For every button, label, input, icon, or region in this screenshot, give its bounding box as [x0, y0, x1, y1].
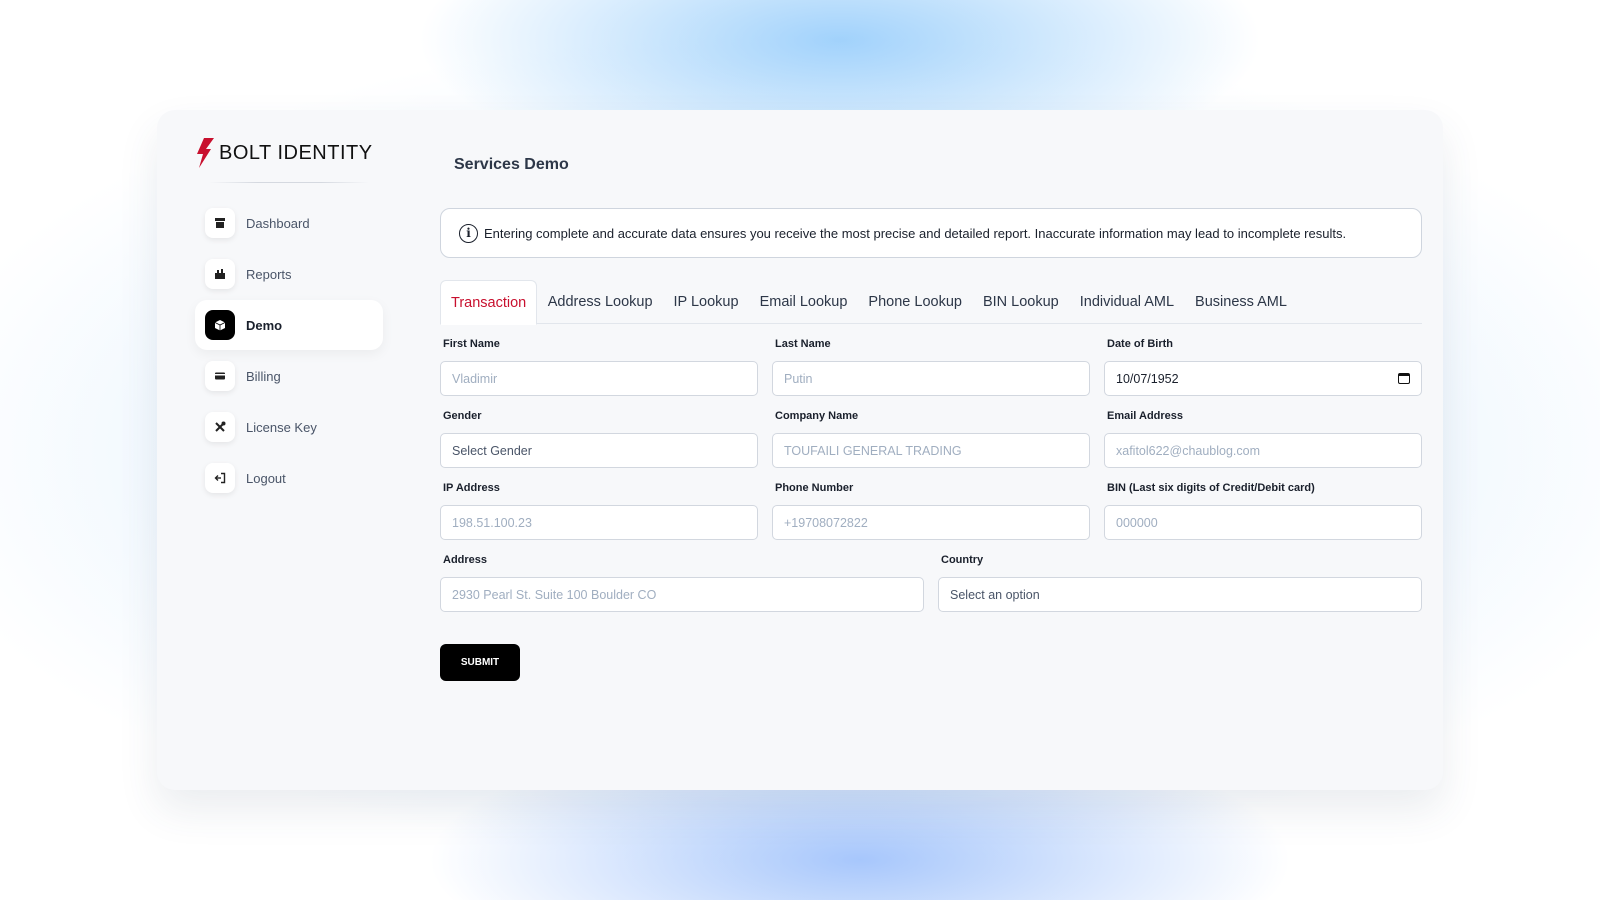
brand-name: BOLT IDENTITY [219, 141, 373, 164]
phone-field: Phone Number +19708072822 [772, 482, 1090, 540]
store-icon [205, 208, 235, 238]
address-input[interactable]: 2930 Pearl St. Suite 100 Boulder CO [440, 577, 924, 612]
dob-input[interactable]: 10/07/1952 [1104, 361, 1422, 396]
address-field: Address 2930 Pearl St. Suite 100 Boulder… [440, 554, 924, 612]
sidebar: BOLT IDENTITY Dashboard Reports Demo Bil… [157, 110, 407, 790]
country-value: Select an option [950, 587, 1040, 602]
cube-icon [205, 310, 235, 340]
last-name-placeholder: Putin [784, 371, 813, 386]
brand-logo[interactable]: BOLT IDENTITY [195, 138, 373, 168]
company-input[interactable]: TOUFAILI GENERAL TRADING [772, 433, 1090, 468]
ip-field: IP Address 198.51.100.23 [440, 482, 758, 540]
dob-value: 10/07/1952 [1116, 371, 1179, 386]
bolt-logo-icon [197, 138, 214, 168]
tools-icon [205, 412, 235, 442]
sidebar-item-reports[interactable]: Reports [195, 249, 383, 299]
tab-transaction[interactable]: Transaction [440, 280, 538, 325]
credit-card-icon [205, 361, 235, 391]
email-input[interactable]: xafitol622@chaublog.com [1104, 433, 1422, 468]
last-name-field: Last Name Putin [772, 338, 1090, 396]
company-label: Company Name [775, 410, 859, 422]
bin-input[interactable]: 000000 [1104, 505, 1422, 540]
bin-label: BIN (Last six digits of Credit/Debit car… [1107, 482, 1315, 494]
sidebar-nav: Dashboard Reports Demo Billing License K… [195, 198, 383, 504]
sidebar-item-logout[interactable]: Logout [195, 453, 383, 503]
tab-phone-lookup[interactable]: Phone Lookup [858, 280, 973, 324]
logout-icon [205, 463, 235, 493]
address-label: Address [443, 554, 488, 566]
email-placeholder: xafitol622@chaublog.com [1116, 443, 1261, 458]
last-name-label: Last Name [775, 338, 831, 350]
company-field: Company Name TOUFAILI GENERAL TRADING [772, 410, 1090, 468]
ip-label: IP Address [443, 482, 500, 494]
sidebar-item-dashboard[interactable]: Dashboard [195, 198, 383, 248]
first-name-placeholder: Vladimir [452, 371, 498, 386]
sidebar-divider [209, 182, 369, 183]
chart-icon [205, 259, 235, 289]
address-placeholder: 2930 Pearl St. Suite 100 Boulder CO [452, 587, 657, 602]
gender-select[interactable]: Select Gender [440, 433, 758, 468]
gender-field: Gender Select Gender [440, 410, 758, 468]
country-label: Country [941, 554, 984, 566]
info-notice: i Entering complete and accurate data en… [440, 208, 1422, 258]
sidebar-item-label: Logout [246, 470, 286, 486]
calendar-icon[interactable] [1398, 373, 1410, 384]
country-select[interactable]: Select an option [938, 577, 1422, 612]
service-tabs: Transaction Address Lookup IP Lookup Ema… [440, 280, 1422, 325]
sidebar-item-billing[interactable]: Billing [195, 351, 383, 401]
sidebar-item-license-key[interactable]: License Key [195, 402, 383, 452]
first-name-field: First Name Vladimir [440, 338, 758, 396]
first-name-label: First Name [443, 338, 500, 350]
sidebar-item-label: Reports [246, 266, 292, 282]
dob-label: Date of Birth [1107, 338, 1173, 350]
gender-label: Gender [443, 410, 482, 422]
submit-button[interactable]: SUBMIT [440, 644, 520, 681]
ip-placeholder: 198.51.100.23 [452, 515, 532, 530]
bin-field: BIN (Last six digits of Credit/Debit car… [1104, 482, 1422, 540]
tab-ip-lookup[interactable]: IP Lookup [663, 280, 749, 324]
email-label: Email Address [1107, 410, 1184, 422]
tab-bin-lookup[interactable]: BIN Lookup [972, 280, 1069, 324]
email-field: Email Address xafitol622@chaublog.com [1104, 410, 1422, 468]
last-name-input[interactable]: Putin [772, 361, 1090, 396]
transaction-form: First Name Vladimir Last Name Putin Date… [440, 338, 1422, 626]
sidebar-item-label: Billing [246, 368, 281, 384]
tab-individual-aml[interactable]: Individual AML [1069, 280, 1184, 324]
app-window: BOLT IDENTITY Dashboard Reports Demo Bil… [157, 110, 1443, 790]
notice-text: Entering complete and accurate data ensu… [484, 225, 1347, 241]
phone-label: Phone Number [775, 482, 854, 494]
company-placeholder: TOUFAILI GENERAL TRADING [784, 443, 962, 458]
bin-placeholder: 000000 [1116, 515, 1158, 530]
page-title: Services Demo [454, 156, 569, 173]
dob-field: Date of Birth 10/07/1952 [1104, 338, 1422, 396]
gender-value: Select Gender [452, 443, 532, 458]
ip-input[interactable]: 198.51.100.23 [440, 505, 758, 540]
sidebar-item-label: Demo [246, 317, 283, 333]
first-name-input[interactable]: Vladimir [440, 361, 758, 396]
sidebar-item-label: License Key [246, 419, 317, 435]
tab-address-lookup[interactable]: Address Lookup [537, 280, 663, 324]
sidebar-item-label: Dashboard [246, 215, 310, 231]
phone-placeholder: +19708072822 [784, 515, 868, 530]
tab-business-aml[interactable]: Business AML [1185, 280, 1298, 324]
tab-email-lookup[interactable]: Email Lookup [749, 280, 858, 324]
phone-input[interactable]: +19708072822 [772, 505, 1090, 540]
info-icon: i [459, 223, 478, 243]
country-field: Country Select an option [938, 554, 1422, 612]
sidebar-item-demo[interactable]: Demo [195, 300, 383, 350]
